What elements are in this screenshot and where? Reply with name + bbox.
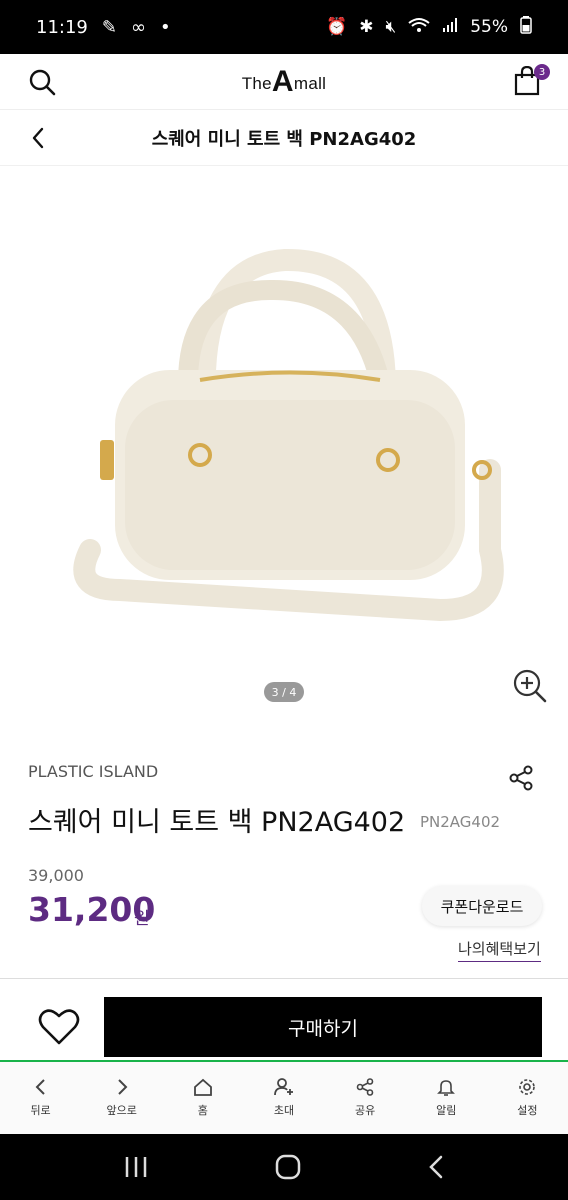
home-icon (193, 1078, 212, 1096)
zoom-in-icon (513, 669, 547, 703)
sub-header: 스퀘어 미니 토트 백 PN2AG402 (0, 110, 568, 166)
back-button[interactable] (30, 126, 46, 154)
status-bar: 11:19 ✎ ∞ • ⏰ ✱ 🔇︎ 55% (0, 0, 568, 54)
battery-level: 55% (470, 17, 508, 37)
nav-home[interactable]: 홈 (162, 1062, 243, 1134)
bluetooth-icon: ✱ (359, 17, 374, 37)
wifi-icon (408, 17, 430, 38)
notification-icon: ∞ (130, 16, 146, 38)
add-person-icon (274, 1078, 293, 1096)
search-icon (29, 69, 56, 96)
notification-icon: ✎ (101, 16, 117, 38)
mute-icon: 🔇︎ (385, 17, 397, 37)
chevron-left-icon (32, 127, 44, 149)
nav-invite[interactable]: 초대 (243, 1062, 324, 1134)
nav-share[interactable]: 공유 (325, 1062, 406, 1134)
wishlist-button[interactable] (38, 1008, 80, 1050)
gear-icon (519, 1079, 536, 1095)
my-benefits-link[interactable]: 나의혜택보기 (458, 938, 541, 962)
signal-icon (442, 17, 458, 38)
product-image[interactable] (0, 170, 568, 710)
share-icon (356, 1078, 374, 1096)
back-arrow-icon[interactable] (427, 1154, 445, 1180)
currency-label: 원 (134, 909, 150, 929)
heart-icon (38, 1009, 80, 1045)
app-header: TheAmall 3 (0, 54, 568, 110)
cart-count-badge: 3 (534, 64, 550, 80)
original-price: 39,000 (28, 866, 84, 885)
buy-button[interactable]: 구매하기 (104, 997, 542, 1057)
dot-icon: • (159, 16, 171, 38)
search-button[interactable] (28, 68, 56, 100)
coupon-download-button[interactable]: 쿠폰다운로드 (422, 886, 542, 926)
share-button[interactable] (508, 765, 534, 795)
zoom-button[interactable] (512, 668, 548, 708)
brand-name[interactable]: PLASTIC ISLAND (28, 762, 158, 781)
home-button-icon[interactable] (275, 1154, 301, 1180)
nav-settings[interactable]: 설정 (487, 1062, 568, 1134)
battery-icon (520, 15, 532, 39)
nav-notifications[interactable]: 알림 (406, 1062, 487, 1134)
chevron-right-icon (117, 1079, 128, 1095)
chevron-left-icon (35, 1079, 45, 1095)
nav-forward[interactable]: 앞으로 (81, 1062, 162, 1134)
system-navigation (0, 1134, 568, 1200)
handbag-illustration (73, 248, 504, 622)
cart-button[interactable]: 3 (514, 64, 550, 100)
alarm-icon: ⏰ (326, 17, 348, 37)
share-icon (509, 765, 533, 791)
product-code: PN2AG402 (420, 813, 501, 831)
logo[interactable]: TheAmall (242, 65, 327, 99)
bottom-navigation: 뒤로 앞으로 홈 초대 공유 알림 설정 (0, 1060, 568, 1134)
nav-back[interactable]: 뒤로 (0, 1062, 81, 1134)
bell-icon (437, 1080, 456, 1096)
recent-apps-icon[interactable] (123, 1155, 149, 1179)
image-page-indicator: 3 / 4 (264, 682, 304, 702)
status-time: 11:19 (36, 16, 88, 38)
page-title: 스퀘어 미니 토트 백 PN2AG402 (151, 128, 417, 150)
product-title: 스퀘어 미니 토트 백 PN2AG402 (28, 807, 406, 838)
